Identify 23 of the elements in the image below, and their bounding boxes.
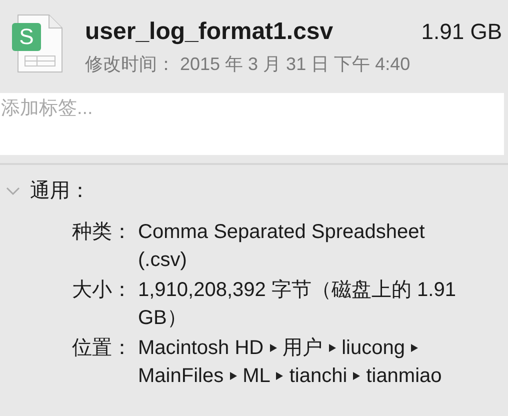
file-size: 1.91 GB (421, 19, 502, 45)
property-value: Comma Separated Spreadsheet (.csv) (138, 220, 426, 273)
folder-name-label: ML (242, 364, 270, 389)
property-label: 大小： (71, 278, 132, 303)
path-arrow-icon (353, 371, 360, 381)
section-title: 通用： (30, 179, 90, 204)
path-arrow-icon (328, 343, 336, 353)
folder-name-label: 用户 (282, 336, 323, 361)
path-arrow-icon (276, 371, 284, 381)
modified-date: 修改时间： 2015 年 3 月 31 日 下午 4:40 (85, 53, 412, 76)
path-arrow-icon (411, 343, 418, 353)
chevron-icon[interactable] (6, 186, 20, 196)
path-arrow-icon (270, 343, 277, 353)
path-arrow-icon (230, 371, 237, 381)
property-label: 位置： (71, 336, 132, 361)
tags-field[interactable]: 添加标签... (0, 93, 504, 155)
folder-name-label: MainFiles (138, 364, 224, 389)
folder-name-label: tianchi (289, 364, 348, 389)
folder-name-label: tianmiao (366, 364, 442, 389)
property-label: 种类： (71, 220, 132, 245)
folder-name-label: Macintosh HD (138, 336, 264, 361)
folder-name-label: liucong (342, 336, 405, 361)
file-name: user_log_format1.csv (85, 18, 334, 46)
